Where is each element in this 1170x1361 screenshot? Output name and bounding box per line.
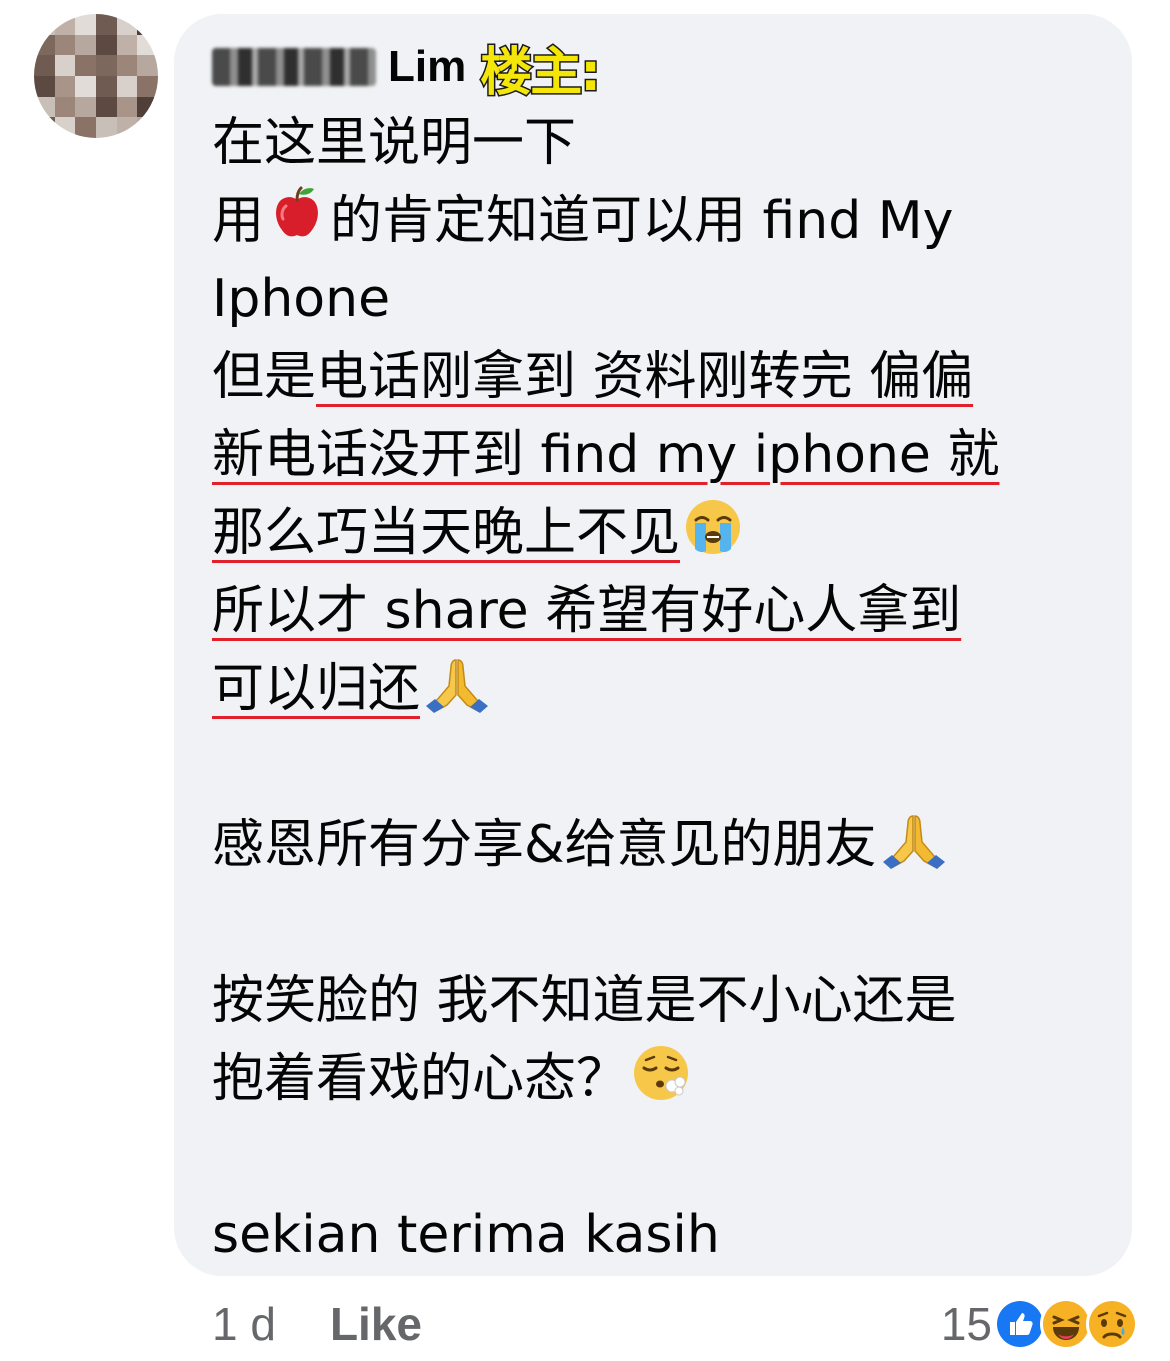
comment-line: 在这里说明一下: [212, 104, 1112, 182]
comment-line: 那么巧当天晚上不见: [212, 494, 1112, 572]
folded-hands-emoji: [879, 808, 949, 892]
comment-text-segment: 用: [212, 191, 265, 251]
comment-text-segment: 的肯定知道可以用 find My: [330, 191, 954, 251]
comment-author[interactable]: Lim 楼主:: [212, 36, 603, 104]
comment-line: 新电话没开到 find my iphone 就: [212, 416, 1112, 494]
comment-line: 所以才 share 希望有好心人拿到: [212, 572, 1112, 650]
comment-text-segment: 抱着看戏的心态？: [212, 1049, 629, 1109]
op-badge: 楼主:: [479, 41, 603, 104]
blurred-first-name: [212, 48, 376, 86]
comment-text-segment: Iphone: [212, 269, 391, 329]
reaction-count[interactable]: 15: [941, 1297, 992, 1351]
comment-text-segment: 按笑脸的 我不知道是不小心还是: [212, 971, 957, 1031]
sad-reaction-icon: [1086, 1298, 1138, 1350]
underlined-text: 可以归还: [212, 659, 421, 719]
comment-line: 按笑脸的 我不知道是不小心还是: [212, 962, 1112, 1040]
comment-text-segment: 在这里说明一下: [212, 113, 577, 173]
loudly-crying-emoji: [682, 496, 744, 580]
comment-line: 但是电话刚拿到 资料刚转完 偏偏: [212, 338, 1112, 416]
like-button[interactable]: Like: [330, 1297, 422, 1351]
like-reaction-icon: [994, 1298, 1046, 1350]
comment-text: 在这里说明一下用 的肯定知道可以用 find My Iphone 但是电话刚拿到 资料…: [212, 104, 1112, 1274]
reaction-summary[interactable]: 15: [941, 1292, 1138, 1356]
folded-hands-emoji: [422, 652, 492, 736]
avatar[interactable]: [34, 14, 158, 138]
haha-reaction-icon: [1040, 1298, 1092, 1350]
comment-line: Iphone: [212, 260, 1112, 338]
underlined-text: 那么巧当天晚上不见: [212, 503, 681, 563]
comment-line: 用 的肯定知道可以用 find My: [212, 182, 1112, 260]
underlined-text: 电话刚拿到 资料刚转完 偏偏: [316, 347, 974, 407]
author-last-name[interactable]: Lim: [388, 42, 466, 92]
underlined-text: 新电话没开到 find my iphone 就: [212, 425, 1000, 485]
comment-line: 感恩所有分享&给意见的朋友: [212, 806, 1112, 884]
comment-line: 抱着看戏的心态？: [212, 1040, 1112, 1118]
comment-line: 可以归还: [212, 650, 1112, 728]
comment-timestamp[interactable]: 1 d: [212, 1297, 276, 1351]
comment-text-segment: 但是: [212, 347, 317, 407]
comment-text-segment: 感恩所有分享&给意见的朋友: [212, 815, 877, 875]
comment-line: sekian terima kasih: [212, 1196, 1112, 1274]
face-exhaling-emoji: [630, 1042, 692, 1126]
comment-actions: 1 d Like: [212, 1292, 422, 1356]
underlined-text: 所以才 share 希望有好心人拿到: [212, 581, 962, 641]
comment-text-segment: sekian terima kasih: [212, 1205, 720, 1265]
apple-emoji: [266, 184, 328, 268]
